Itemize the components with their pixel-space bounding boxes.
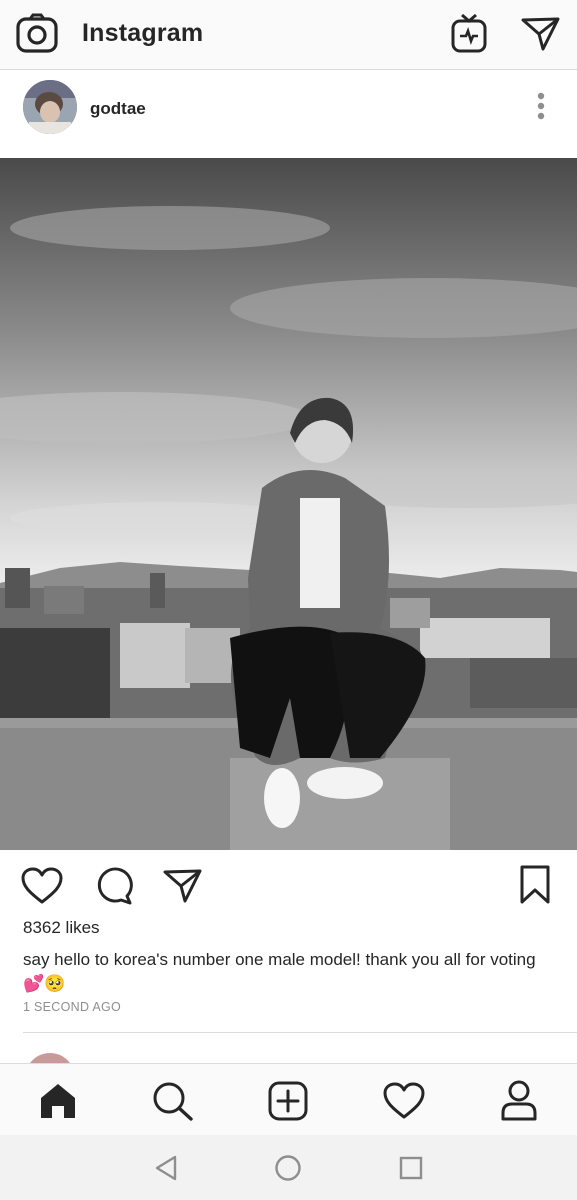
home-circle-icon[interactable] (274, 1154, 302, 1182)
post-timestamp: 1 SECOND AGO (23, 1000, 122, 1014)
post-username[interactable]: godtae (90, 99, 146, 119)
back-icon[interactable] (153, 1154, 179, 1182)
post-photo[interactable] (0, 158, 577, 850)
caption-emojis: 💕🥺 (23, 974, 66, 994)
caption-text: say hello to korea's number one male mod… (23, 950, 536, 969)
divider (23, 1032, 577, 1033)
likes-count[interactable]: 8362 likes (23, 918, 100, 938)
app-title: Instagram (82, 19, 204, 47)
direct-message-icon[interactable] (521, 16, 561, 52)
search-icon[interactable] (152, 1081, 194, 1121)
share-icon[interactable] (163, 868, 203, 904)
activity-heart-icon[interactable] (383, 1082, 425, 1120)
bookmark-icon[interactable] (519, 865, 551, 905)
igtv-icon[interactable] (451, 13, 487, 53)
top-app-bar: Instagram (0, 0, 577, 70)
post-header: godtae (0, 70, 577, 158)
comment-icon[interactable] (93, 866, 133, 906)
add-post-icon[interactable] (268, 1081, 308, 1121)
profile-icon[interactable] (500, 1079, 538, 1121)
camera-icon[interactable] (16, 13, 58, 55)
more-vertical-icon[interactable] (532, 92, 550, 122)
post-actions-area: 8362 likes say hello to korea's number o… (0, 850, 577, 1103)
system-navigation-bar (0, 1135, 577, 1200)
post-caption: say hello to korea's number one male mod… (23, 948, 553, 996)
avatar[interactable] (23, 80, 77, 134)
heart-icon[interactable] (21, 867, 63, 905)
recents-icon[interactable] (398, 1155, 424, 1181)
bottom-navigation (0, 1063, 577, 1136)
home-icon[interactable] (38, 1082, 78, 1120)
